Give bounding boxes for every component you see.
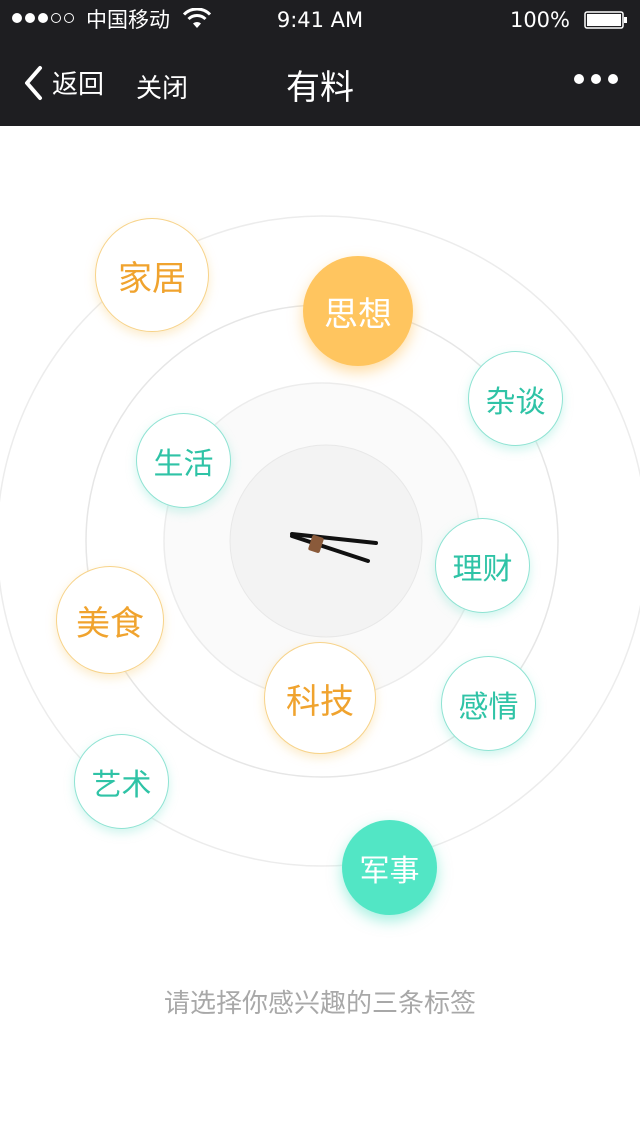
chopsticks-icon bbox=[290, 532, 378, 563]
tag-ganqing[interactable]: 感情 bbox=[441, 656, 536, 751]
tag-keji[interactable]: 科技 bbox=[264, 642, 376, 754]
tag-sixiang[interactable]: 思想 bbox=[303, 256, 413, 366]
tag-junshi[interactable]: 军事 bbox=[342, 820, 437, 915]
status-bar: 中国移动 9:41 AM 100% bbox=[0, 0, 640, 40]
tag-jiaju[interactable]: 家居 bbox=[95, 218, 209, 332]
instruction-text: 请选择你感兴趣的三条标签 bbox=[163, 989, 476, 1019]
more-options-icon[interactable] bbox=[574, 74, 618, 84]
battery-percentage: 100% bbox=[509, 8, 570, 32]
tag-zatan[interactable]: 杂谈 bbox=[468, 351, 563, 446]
navigation-bar: 返回 关闭 有料 bbox=[0, 40, 640, 126]
tag-licai[interactable]: 理财 bbox=[435, 518, 530, 613]
tag-shenghuo[interactable]: 生活 bbox=[136, 413, 231, 508]
page-title: 有料 bbox=[286, 68, 354, 108]
tag-yishu[interactable]: 艺术 bbox=[74, 734, 169, 829]
tag-meishi[interactable]: 美食 bbox=[56, 566, 164, 674]
battery-icon bbox=[584, 11, 627, 29]
